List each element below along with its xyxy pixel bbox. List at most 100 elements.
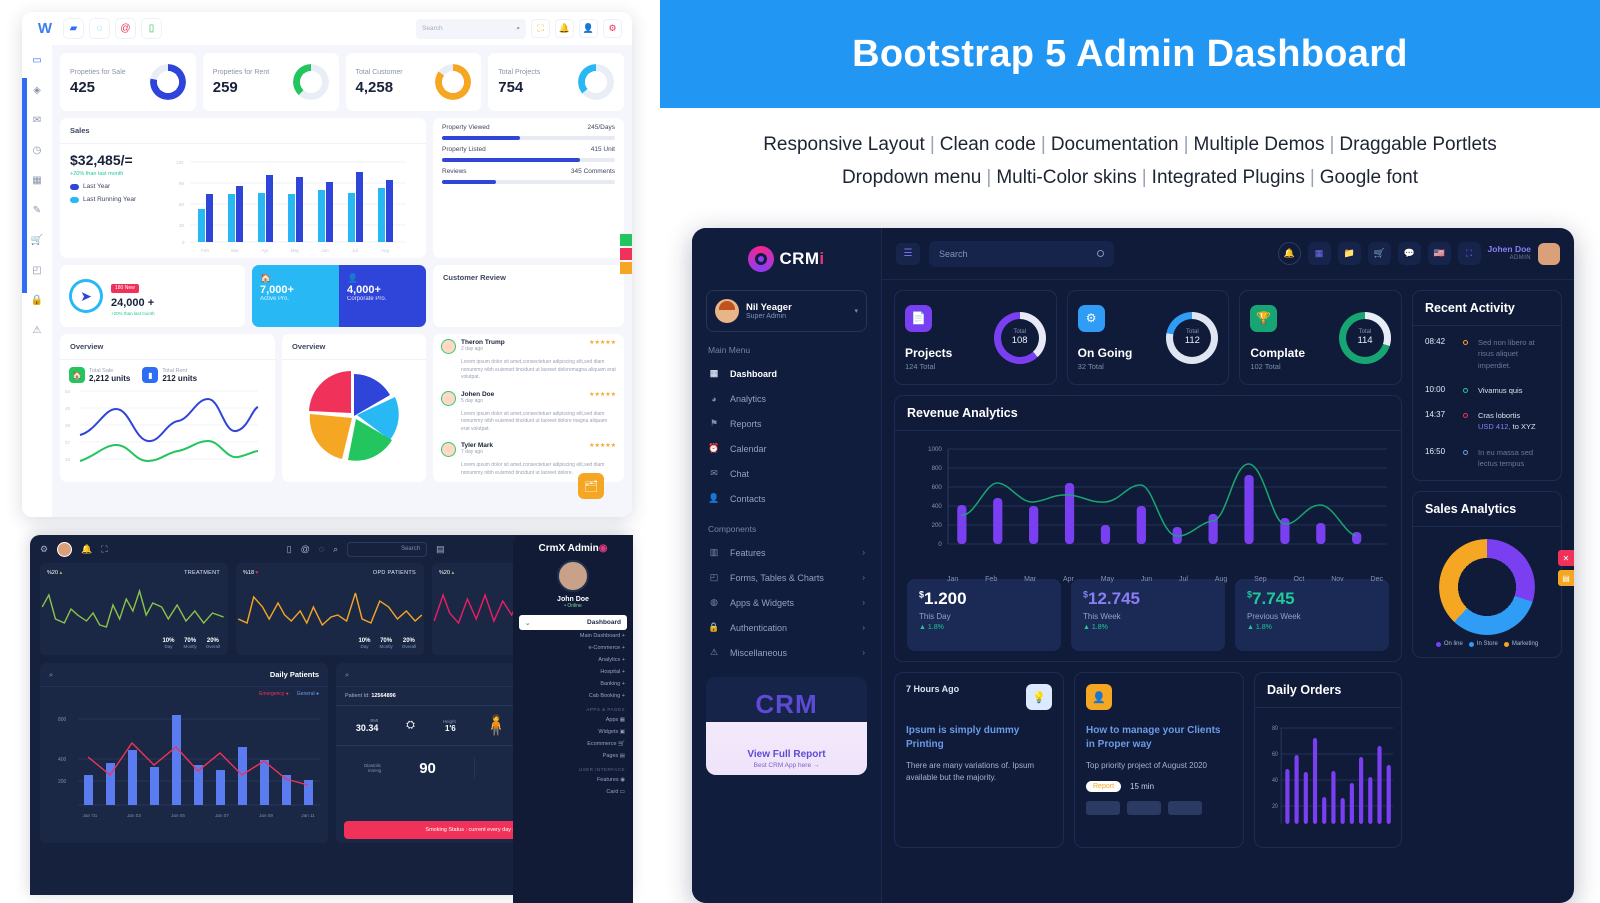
money-card-this-week[interactable]: $12.745 This Week ▲ 1.8% [1071, 579, 1225, 651]
stat-card-projects[interactable]: 📄 Projects 124 Total Total 108 [894, 290, 1057, 385]
sidebar-item-analytics[interactable]: ◕ Analytics [692, 386, 881, 411]
medical-stat-card[interactable]: %20 ▴ TREATMENT 10% Day 70% Montly 20% Over… [40, 563, 228, 655]
chat-icon[interactable]: ◌ [89, 18, 110, 39]
property-stat-row: Property Viewed 245/Days [433, 118, 624, 140]
crmx-menu-item[interactable]: Cab Booking + [513, 690, 633, 702]
search-icon[interactable]: ⌕ [49, 670, 53, 680]
avatar[interactable] [557, 560, 589, 592]
fullscreen-icon[interactable]: ⛶ [1457, 242, 1481, 265]
search-input[interactable]: Search ⌕ [416, 18, 526, 39]
fullscreen-icon[interactable]: ⛶ [101, 544, 107, 555]
crmx-menu-item[interactable]: Pages ▤ [513, 750, 633, 762]
dual-stat-card: 🏠 7,000+ Active Pro. 👤 4,000+ Corporate … [252, 265, 426, 327]
sidebar-item-miscellaneous[interactable]: ⚠ Miscellaneous › [692, 640, 881, 665]
crmi-logo[interactable]: CRMi [692, 228, 881, 290]
activity-text: Cras lobortis [1478, 411, 1521, 420]
sidebar-item-forms-tables-charts[interactable]: ◰ Forms, Tables & Charts › [692, 565, 881, 590]
chat-icon[interactable]: ◌ [319, 544, 324, 554]
floating-action-button[interactable]: 🗂 [578, 473, 604, 499]
menu-toggle-button[interactable]: ☰ [896, 242, 920, 265]
corporate-pro-cell[interactable]: 👤 4,000+ Corporate Pro. [339, 265, 426, 327]
flag-us-icon[interactable]: 🇺🇸 [1427, 242, 1451, 265]
kpi-card[interactable]: Total Projects 754 [488, 53, 624, 111]
chart-icon[interactable]: ▰ [63, 18, 84, 39]
donut-value: 114 [1357, 335, 1373, 346]
mention-icon[interactable]: @ [301, 544, 310, 554]
crmx-menu-item[interactable]: Main Dashboard + [513, 630, 633, 642]
search-icon[interactable]: ⌕ [333, 544, 338, 555]
float-icon-red[interactable]: ✕ [1558, 550, 1574, 566]
gear-icon[interactable]: ⚙ [603, 19, 622, 38]
cart-icon[interactable]: 🛒 [1367, 242, 1391, 265]
sidebar-item-reports[interactable]: ⚑ Reports [692, 411, 881, 436]
stat-card-ongoing[interactable]: ⚙ On Going 32 Total Total 112 [1066, 290, 1230, 385]
svg-text:90: 90 [179, 181, 185, 186]
money-card-this-day[interactable]: $1.200 This Day ▲ 1.8% [907, 579, 1061, 651]
sidebar-item-dashboard[interactable]: ▦ Dashboard [692, 361, 881, 386]
crmx-menu-item[interactable]: Analytics + [513, 654, 633, 666]
menu-icon[interactable]: ▤ [436, 544, 445, 555]
folder-icon[interactable]: 📁 [1337, 242, 1361, 265]
crmx-menu-item[interactable]: Card ▭ [513, 786, 633, 798]
float-icon-orange[interactable] [620, 262, 632, 274]
chat-icon[interactable]: 💬 [1397, 242, 1421, 265]
stat-card-complate[interactable]: 🏆 Complate 102 Total Total 114 [1239, 290, 1403, 385]
compass-card[interactable]: ➤ 180 New 24,000 + +20% than last month [60, 265, 245, 327]
apps-icon[interactable]: ▦ [1307, 242, 1331, 265]
crmx-active-item[interactable]: ⌄ Dashboard [519, 615, 627, 630]
search-placeholder-text: Search [939, 248, 968, 259]
medical-search-input[interactable]: Search [347, 541, 428, 557]
avatar [441, 442, 456, 457]
kpi-card[interactable]: Total Customer 4,258 [345, 53, 482, 111]
gear-icon[interactable]: ⚙ [40, 544, 48, 555]
bell-icon[interactable]: 🔔 [1277, 242, 1301, 265]
crmx-menu-item[interactable]: Widgets ▣ [513, 726, 633, 738]
alert-icon: ⚠ [709, 647, 719, 657]
card-manage-clients[interactable]: 👤 How to manage your Clients in Proper w… [1074, 672, 1244, 848]
card-ipsum-dummy[interactable]: 7 Hours Ago 💡 Ipsum is simply dummy Prin… [894, 672, 1064, 848]
sidebar-promo-card[interactable]: CRM View Full Report Best CRM App here → [706, 677, 867, 775]
money-card-previous-week[interactable]: $7.745 Previous Week ▲ 1.8% [1235, 579, 1389, 651]
kpi-card[interactable]: Propeties for Sale 425 [60, 53, 196, 111]
medical-stat-card[interactable]: %18 ▾ OPD PATIENTS 10% Day 70% Montly 20% O… [236, 563, 424, 655]
revenue-analytics-title: Revenue Analytics [895, 396, 1401, 431]
crmx-menu-item[interactable]: Ecommerce 🛒 [513, 738, 633, 750]
kpi-card[interactable]: Propeties for Rent 259 [202, 53, 339, 111]
rail-item-alert[interactable]: ⚠ [22, 315, 52, 345]
sales-legend-item: Last Running Year [70, 196, 166, 203]
mention-icon[interactable]: @ [115, 18, 136, 39]
avatar[interactable] [57, 541, 73, 557]
crmx-menu-item[interactable]: e-Commerce + [513, 642, 633, 654]
crmx-menu-item[interactable]: Hospital + [513, 666, 633, 678]
float-icon-orange[interactable]: ▤ [1558, 570, 1574, 586]
sidebar-item-authentication[interactable]: 🔒 Authentication › [692, 615, 881, 640]
sidebar-item-features[interactable]: ▥ Features › [692, 540, 881, 565]
clipboard-icon[interactable]: ▯ [287, 544, 292, 555]
overview-row: Overview 🏠 Total Sale 2,212 units ▮ Tota… [60, 334, 624, 482]
sidebar-item-apps-widgets[interactable]: ◍ Apps & Widgets › [692, 590, 881, 615]
crmx-menu-item[interactable]: Features ◉ [513, 774, 633, 786]
bell-icon[interactable]: 🔔 [555, 19, 574, 38]
sidebar-item-contacts[interactable]: 👤 Contacts [692, 486, 881, 511]
activity-item: 10:00 Vivamus quis [1415, 378, 1559, 403]
user-icon[interactable]: 👤 [579, 19, 598, 38]
rail-item-dashboard[interactable]: ▭ [22, 45, 52, 75]
float-icon-red[interactable] [620, 248, 632, 260]
crmx-menu-item[interactable]: Banking + [513, 678, 633, 690]
clipboard-icon[interactable]: ▯ [141, 18, 162, 39]
profile-card[interactable]: Nil Yeager Super Admin ▾ [706, 290, 867, 332]
sidebar-item-chat[interactable]: ✉ Chat [692, 461, 881, 486]
search-input[interactable]: Search [929, 240, 1114, 267]
fullscreen-icon[interactable]: ⛶ [531, 19, 550, 38]
money-label: This Week [1083, 612, 1121, 621]
float-icon-green[interactable] [620, 234, 632, 246]
header-user[interactable]: Johen Doe ADMIN [1488, 244, 1531, 262]
activity-item: 14:37 Cras lobortis USD 412, to XYZ [1415, 403, 1559, 440]
sidebar-item-calendar[interactable]: ⏰ Calendar [692, 436, 881, 461]
search-icon[interactable]: ⌕ [345, 670, 349, 680]
active-pro-cell[interactable]: 🏠 7,000+ Active Pro. [252, 265, 339, 327]
crmx-menu-item[interactable]: Apps ▦ [513, 714, 633, 726]
bell-icon[interactable]: 🔔 [81, 544, 92, 555]
activity-link[interactable]: USD 412, [1478, 422, 1511, 431]
avatar[interactable] [1538, 242, 1560, 265]
